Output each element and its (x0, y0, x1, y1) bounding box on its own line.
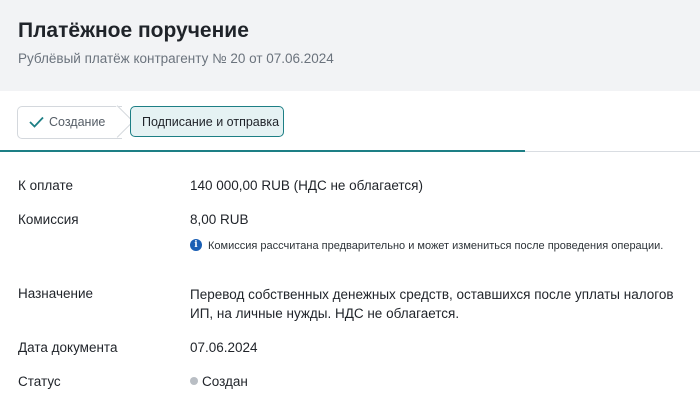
date-label: Дата документа (18, 340, 118, 355)
date-value: 07.06.2024 (190, 340, 258, 355)
step-chevron (101, 105, 134, 138)
purpose-label: Назначение (18, 286, 94, 301)
status-value: Создан (202, 374, 248, 389)
step-signing[interactable]: Подписание и отправка (130, 106, 284, 137)
fee-label: Комиссия (18, 212, 79, 227)
purpose-value: Перевод собственных денежных средств, ос… (190, 287, 674, 321)
status-label: Статус (18, 374, 61, 389)
check-icon (29, 116, 44, 128)
status-dot-icon (190, 377, 198, 385)
step-label: Создание (49, 115, 106, 129)
amount-label: К оплате (18, 178, 74, 193)
step-creation[interactable]: Создание (17, 105, 134, 139)
page-subtitle: Рублёвый платёж контрагенту № 20 от 07.0… (18, 51, 334, 66)
step-label: Подписание и отправка (142, 115, 280, 129)
info-icon: i (190, 239, 202, 251)
page-title: Платёжное поручение (18, 19, 249, 42)
progress-bar (0, 150, 525, 152)
fee-value: 8,00 RUB (190, 212, 249, 227)
amount-value: 140 000,00 RUB (НДС не облагается) (190, 178, 423, 193)
page-header: Платёжное поручение Рублёвый платёж конт… (0, 0, 700, 91)
fee-note-text: Комиссия рассчитана предварительно и мож… (208, 240, 664, 252)
